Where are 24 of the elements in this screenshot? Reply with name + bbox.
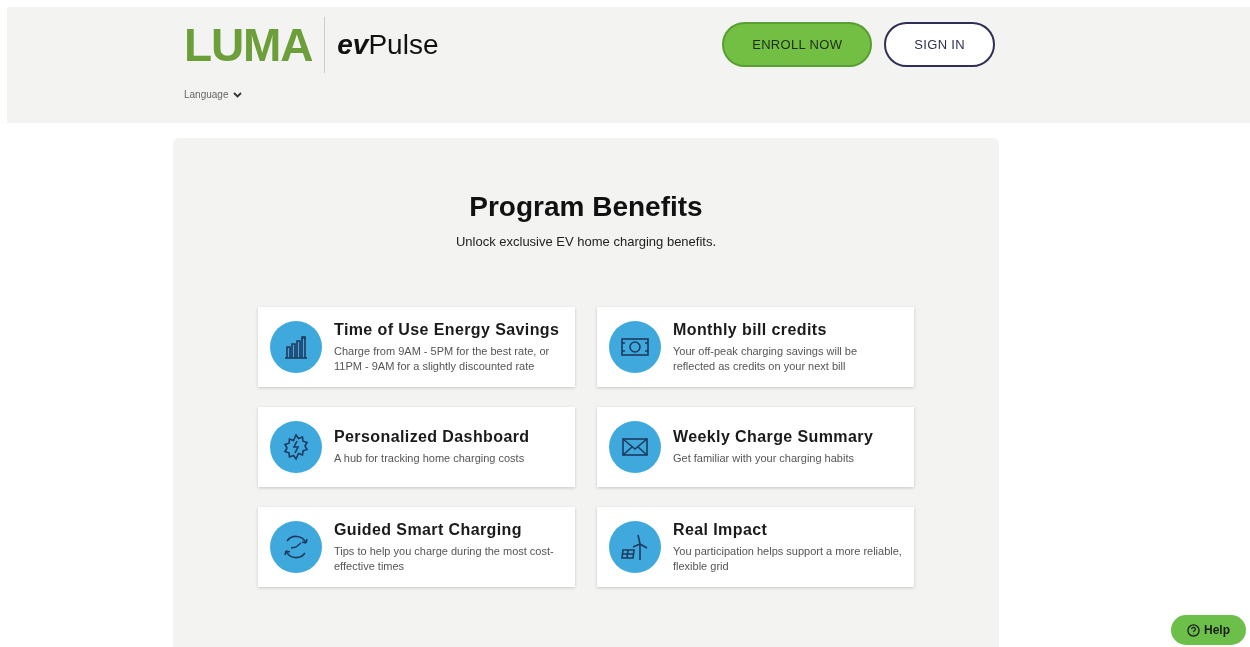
ev-pulse-logo: evPulse	[337, 31, 439, 59]
section-subtitle: Unlock exclusive EV home charging benefits.	[455, 233, 717, 251]
benefit-description: Charge from 9AM - 5PM for the best rate, or 11PM - 9AM for a slightly discounted rate	[334, 343, 551, 374]
benefit-title: Time of Use Energy Savings	[334, 319, 561, 340]
benefit-title: Guided Smart Charging	[334, 519, 523, 540]
help-button[interactable]: Help	[1171, 615, 1246, 645]
enroll-button[interactable]: ENROLL NOW	[722, 22, 873, 67]
sign-in-button[interactable]: SIGN IN	[884, 22, 995, 67]
question-icon	[1187, 623, 1200, 637]
benefit-title: Weekly Charge Summary	[673, 427, 874, 447]
benefit-title: Personalized Dashboard	[334, 427, 530, 447]
luma-logo: LUMA	[184, 22, 313, 68]
benefit-description: A hub for tracking home charging costs	[334, 451, 526, 466]
banknote-icon	[620, 335, 650, 358]
benefit-description: Your off-peak charging savings will be reflected as credits on your next bill	[673, 343, 859, 374]
benefit-description: Get familiar with your charging habits	[673, 451, 855, 466]
benefit-title: Monthly bill credits	[673, 319, 828, 340]
benefit-description: Tips to help you charge during the most cost-effective times	[334, 543, 555, 574]
benefit-description: You participation helps support a more reliable, flexible grid	[673, 543, 902, 574]
language-dropdown[interactable]: Language	[184, 87, 242, 102]
envelope-icon	[621, 435, 649, 458]
benefit-title: Real Impact	[673, 519, 769, 540]
section-title: Program Benefits	[469, 190, 703, 224]
chevron-down-icon	[232, 91, 242, 98]
